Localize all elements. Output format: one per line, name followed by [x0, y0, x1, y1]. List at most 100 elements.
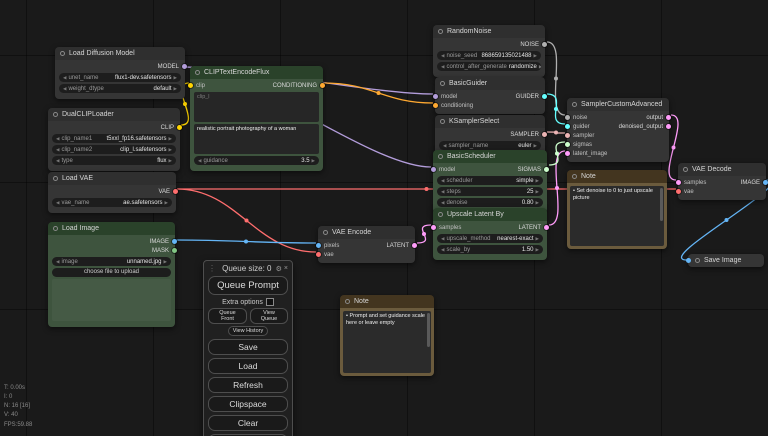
output-slot-NOISE[interactable]: NOISE	[520, 42, 547, 48]
collapse-toggle-icon[interactable]	[53, 112, 58, 117]
decrement-arrow-icon[interactable]: ◀	[441, 53, 444, 59]
upload-button[interactable]: choose file to upload	[52, 268, 171, 277]
slot-dot[interactable]	[544, 225, 549, 230]
input-slot-guider[interactable]: guider	[565, 124, 590, 130]
collapse-toggle-icon[interactable]	[60, 51, 65, 56]
output-slot-CONDITIONING[interactable]: CONDITIONING	[273, 83, 325, 89]
slot-dot[interactable]	[666, 115, 671, 120]
node-titlebar[interactable]: Load Image	[48, 222, 175, 235]
collapse-toggle-icon[interactable]	[53, 176, 58, 181]
node-dual-clip-loader[interactable]: DualCLIPLoader CLIP ◀ clip_name1 t5xxl_fp16.…	[48, 108, 182, 171]
input-slot-model[interactable]: model	[431, 167, 455, 173]
node-load-vae[interactable]: Load VAE VAE ◀ vae_name ae.safetensors ▶	[48, 172, 178, 213]
widget-sampler-name[interactable]: ◀ sampler_name euler ▶	[439, 141, 541, 150]
widget-vae-name[interactable]: ◀ vae_name ae.safetensors ▶	[52, 198, 172, 207]
text-area[interactable]: realistic portrait photography of a woma…	[194, 124, 319, 154]
node-save-image[interactable]: Save Image	[686, 254, 764, 267]
queue-front-button[interactable]: Queue Front	[208, 308, 247, 324]
node-upscale-latent-by[interactable]: Upscale Latent By samples LATENT ◀ upscale_m…	[431, 208, 549, 260]
slot-dot[interactable]	[320, 83, 325, 88]
collapse-toggle-icon[interactable]	[683, 167, 688, 172]
input-slot-latent-image[interactable]: latent_image	[565, 151, 607, 157]
decrement-arrow-icon[interactable]: ◀	[441, 247, 444, 253]
input-slot-samples[interactable]: samples	[676, 180, 706, 186]
node-graph-canvas[interactable]: Load Diffusion Model MODEL ◀ unet_name flux1…	[0, 0, 768, 436]
output-slot-GUIDER[interactable]: GUIDER	[516, 94, 547, 100]
collapse-toggle-icon[interactable]	[572, 102, 577, 107]
decrement-arrow-icon[interactable]: ◀	[56, 259, 59, 265]
decrement-arrow-icon[interactable]: ◀	[63, 86, 66, 92]
slot-dot[interactable]	[188, 83, 193, 88]
slot-dot[interactable]	[177, 125, 182, 130]
increment-arrow-icon[interactable]: ▶	[539, 64, 541, 70]
text-area[interactable]: • Set denoise to 0 to just upscale pictu…	[570, 186, 664, 246]
widget-weight-dtype[interactable]: ◀ weight_dtype default ▶	[59, 84, 181, 93]
collapse-toggle-icon[interactable]	[438, 29, 443, 34]
node-note-prompt[interactable]: Note • Prompt and set guidance scale here…	[340, 295, 434, 376]
scrollbar-thumb[interactable]	[427, 313, 430, 348]
increment-arrow-icon[interactable]: ▶	[164, 259, 167, 265]
load-button[interactable]: Load	[208, 358, 288, 374]
input-slot-conditioning[interactable]: conditioning	[433, 103, 473, 109]
slot-dot[interactable]	[763, 180, 768, 185]
widget-upscale-method[interactable]: ◀ upscale_method nearest-exact ▶	[437, 234, 543, 243]
node-titlebar[interactable]: Note	[567, 170, 667, 183]
node-titlebar[interactable]: BasicGuider	[435, 77, 545, 90]
node-random-noise[interactable]: RandomNoise NOISE ◀ noise_seed 8686591350214…	[433, 25, 547, 77]
node-titlebar[interactable]: BasicScheduler	[433, 150, 547, 163]
widget-unet-name[interactable]: ◀ unet_name flux1-dev.safetensors ▶	[59, 73, 181, 82]
collapse-toggle-icon[interactable]	[323, 230, 328, 235]
increment-arrow-icon[interactable]: ▶	[174, 86, 177, 92]
settings-gear-icon[interactable]: ⚙	[276, 265, 282, 273]
node-note-upscale[interactable]: Note • Set denoise to 0 to just upscale p…	[567, 170, 667, 249]
slot-dot[interactable]	[542, 42, 547, 47]
slot-dot[interactable]	[542, 94, 547, 99]
refresh-button[interactable]: Refresh	[208, 377, 288, 393]
slot-dot[interactable]	[542, 132, 547, 137]
input-slot-dot[interactable]	[686, 258, 691, 263]
decrement-arrow-icon[interactable]: ◀	[56, 136, 59, 142]
node-basic-guider[interactable]: BasicGuider model GUIDER conditioning	[433, 77, 547, 114]
extra-options-checkbox[interactable]	[265, 298, 274, 306]
widget-clip-name1[interactable]: ◀ clip_name1 t5xxl_fp16.safetensors ▶	[52, 134, 176, 143]
node-titlebar[interactable]: Upscale Latent By	[433, 208, 547, 221]
decrement-arrow-icon[interactable]: ◀	[443, 143, 446, 149]
node-titlebar[interactable]: KSamplerSelect	[435, 115, 545, 128]
node-titlebar[interactable]: CLIPTextEncodeFlux	[190, 66, 323, 79]
widget-guidance[interactable]: ◀ guidance 3.5 ▶	[194, 156, 319, 165]
widget-scale-by[interactable]: ◀ scale_by 1.50 ▶	[437, 245, 543, 254]
text-area[interactable]: • Prompt and set guidance scale here or …	[343, 311, 431, 373]
decrement-arrow-icon[interactable]: ◀	[441, 178, 444, 184]
node-basic-scheduler[interactable]: BasicScheduler model SIGMAS ◀ scheduler simpl…	[431, 150, 549, 213]
widget-control-after-generate[interactable]: ◀ control_after_generate randomize ▶	[437, 62, 541, 71]
input-slot-sampler[interactable]: sampler	[565, 133, 594, 139]
node-titlebar[interactable]: Note	[340, 295, 434, 308]
slot-dot[interactable]	[412, 243, 417, 248]
output-slot-SIGMAS[interactable]: SIGMAS	[518, 167, 549, 173]
slot-dot[interactable]	[316, 252, 321, 257]
widget-type[interactable]: ◀ type flux ▶	[52, 156, 176, 165]
node-titlebar[interactable]: SamplerCustomAdvanced	[567, 98, 669, 111]
output-slot-LATENT[interactable]: LATENT	[386, 243, 417, 249]
slot-dot[interactable]	[565, 142, 570, 147]
node-titlebar[interactable]: RandomNoise	[433, 25, 545, 38]
collapse-toggle-icon[interactable]	[695, 258, 700, 263]
increment-arrow-icon[interactable]: ▶	[169, 158, 172, 164]
slot-dot[interactable]	[182, 64, 187, 69]
queue-prompt-button[interactable]: Queue Prompt	[208, 276, 288, 295]
slot-dot[interactable]	[676, 180, 681, 185]
collapse-toggle-icon[interactable]	[438, 154, 443, 159]
output-slot-LATENT[interactable]: LATENT	[518, 225, 549, 231]
save-button[interactable]: Save	[208, 339, 288, 355]
input-slot-vae[interactable]: vae	[316, 252, 334, 258]
input-slot-clip[interactable]: clip	[188, 83, 205, 89]
widget-scheduler[interactable]: ◀ scheduler simple ▶	[437, 176, 543, 185]
output-slot-output[interactable]: output	[646, 115, 671, 121]
increment-arrow-icon[interactable]: ▶	[169, 136, 172, 142]
increment-arrow-icon[interactable]: ▶	[536, 236, 539, 242]
output-slot-SAMPLER[interactable]: SAMPLER	[510, 132, 547, 138]
collapse-toggle-icon[interactable]	[440, 119, 445, 124]
increment-arrow-icon[interactable]: ▶	[534, 143, 537, 149]
text-area[interactable]: clip_l	[194, 92, 319, 122]
slot-dot[interactable]	[173, 189, 178, 194]
